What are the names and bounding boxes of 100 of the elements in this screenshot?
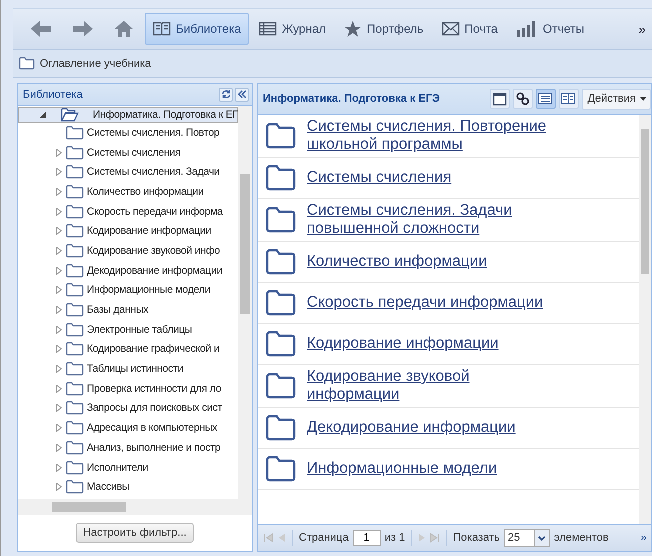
tree-item[interactable]: Системы счисления bbox=[18, 142, 238, 162]
tree-item[interactable]: Кодирование графической и bbox=[18, 340, 238, 360]
view-button[interactable] bbox=[512, 89, 533, 109]
section-link[interactable]: Системы счисления. Повторение школьной программы bbox=[307, 118, 557, 154]
tree-item[interactable]: Адресация в компьютерных bbox=[18, 418, 238, 438]
expand-icon[interactable] bbox=[55, 464, 63, 472]
left-arrow-icon bbox=[30, 20, 52, 38]
expand-icon[interactable] bbox=[55, 168, 63, 176]
expand-icon[interactable] bbox=[55, 365, 63, 374]
refresh-button[interactable] bbox=[219, 88, 233, 102]
section-link[interactable]: Количество информации bbox=[307, 253, 488, 271]
view-button[interactable] bbox=[536, 89, 556, 109]
expand-icon[interactable] bbox=[55, 227, 63, 236]
folder-icon bbox=[66, 342, 84, 356]
expand-icon[interactable] bbox=[55, 384, 63, 393]
tree-item[interactable]: Скорость передачи информа bbox=[18, 202, 238, 222]
tree-item[interactable]: Таблицы истинности bbox=[18, 359, 238, 379]
tree-item[interactable]: Количество информации bbox=[18, 182, 238, 202]
expand-icon[interactable] bbox=[55, 345, 63, 354]
tree-item[interactable]: Кодирование информации bbox=[18, 221, 238, 242]
section-link[interactable]: Скорость передачи информации bbox=[307, 294, 544, 312]
more-button[interactable]: » bbox=[636, 22, 648, 36]
last-page-icon[interactable] bbox=[430, 533, 440, 543]
expand-icon[interactable] bbox=[55, 306, 63, 314]
tree-item[interactable]: Кодирование звуковой инфо bbox=[18, 241, 238, 261]
section-link[interactable]: Декодирование информации bbox=[307, 419, 516, 437]
collapse-button[interactable] bbox=[235, 88, 249, 102]
folder-icon bbox=[266, 373, 296, 399]
actions-dropdown[interactable]: Действия bbox=[582, 88, 651, 110]
tree-item[interactable]: Проверка истинности для ло bbox=[18, 378, 238, 399]
view-button[interactable] bbox=[490, 89, 510, 109]
panel-title: Информатика. Подготовка к ЕГЭ bbox=[263, 93, 440, 105]
breadcrumb-label[interactable]: Оглавление учебника bbox=[40, 58, 152, 70]
first-page-icon[interactable] bbox=[264, 533, 274, 543]
tree-item[interactable]: Анализ, выполнение и постр bbox=[18, 438, 238, 458]
tree-item[interactable]: Информационные модели bbox=[18, 280, 238, 300]
show-label: Показать bbox=[453, 532, 500, 544]
toolbar-button[interactable]: Портфель bbox=[336, 13, 432, 45]
expand-icon[interactable] bbox=[55, 188, 63, 196]
folder-icon bbox=[66, 165, 84, 180]
folder-icon bbox=[66, 322, 84, 337]
expand-icon[interactable] bbox=[55, 148, 63, 157]
expand-icon[interactable] bbox=[55, 326, 63, 334]
folder-icon bbox=[266, 290, 296, 316]
link-icon bbox=[516, 92, 530, 106]
section-link[interactable]: Кодирование информации bbox=[307, 335, 499, 353]
expand-icon[interactable] bbox=[55, 404, 63, 412]
expand-icon[interactable] bbox=[55, 266, 63, 275]
home-icon bbox=[114, 20, 134, 38]
folder-icon bbox=[66, 184, 84, 199]
expand-icon[interactable] bbox=[55, 483, 63, 492]
folder-icon bbox=[66, 460, 84, 475]
toolbar-button[interactable]: Почта bbox=[434, 13, 506, 45]
page-size-dropdown[interactable]: 25 bbox=[504, 529, 550, 547]
scrollbar[interactable] bbox=[238, 106, 252, 499]
filter-button[interactable]: Настроить фильтр... bbox=[76, 523, 194, 543]
list-icon bbox=[538, 93, 554, 105]
bar-chart-icon bbox=[516, 20, 538, 38]
tree-item[interactable]: Массивы bbox=[18, 477, 238, 498]
tree-item[interactable]: Системы счисления. Повтор bbox=[18, 123, 238, 143]
tree-item[interactable]: Электронные таблицы bbox=[18, 320, 238, 340]
section-link[interactable]: Системы счисления. Задачи повышенной сложности bbox=[307, 202, 557, 238]
expanded-icon[interactable] bbox=[39, 111, 47, 119]
items-label: элементов bbox=[554, 532, 609, 544]
toolbar-button[interactable]: Отчеты bbox=[508, 13, 592, 45]
expand-icon[interactable] bbox=[55, 444, 63, 452]
tree-item[interactable]: Базы данных bbox=[18, 300, 238, 320]
folder-icon bbox=[66, 224, 84, 238]
expand-icon[interactable] bbox=[55, 246, 63, 255]
tree-item[interactable]: Информатика. Подготовка к ЕГ bbox=[18, 107, 238, 123]
tree-item[interactable]: Декодирование информации bbox=[18, 260, 238, 280]
folder-icon bbox=[266, 249, 296, 275]
folder-icon bbox=[66, 204, 84, 219]
caret-icon bbox=[640, 97, 647, 101]
folder-icon bbox=[266, 207, 296, 233]
toolbar-button[interactable]: Библиотека bbox=[145, 13, 250, 45]
expand-icon[interactable] bbox=[55, 286, 63, 294]
more-button[interactable]: » bbox=[640, 532, 647, 544]
folder-icon bbox=[66, 362, 84, 376]
folder-icon bbox=[66, 382, 84, 396]
tree-item[interactable]: Исполнители bbox=[18, 458, 238, 478]
expand-icon[interactable] bbox=[55, 208, 63, 216]
folder-icon bbox=[266, 456, 296, 482]
scrollbar[interactable] bbox=[18, 499, 252, 515]
open-folder-icon bbox=[61, 108, 79, 122]
page-field[interactable]: 1 bbox=[352, 530, 381, 546]
table-icon bbox=[259, 22, 278, 36]
scrollbar[interactable] bbox=[639, 115, 651, 524]
view-button[interactable] bbox=[558, 89, 579, 109]
folder-icon bbox=[66, 303, 84, 318]
toolbar-button[interactable]: Журнал bbox=[251, 13, 334, 45]
right-arrow-icon bbox=[72, 20, 94, 38]
expand-icon[interactable] bbox=[55, 424, 63, 432]
section-link[interactable]: Информационные модели bbox=[307, 460, 498, 478]
folder-icon bbox=[66, 421, 84, 436]
tree-item[interactable]: Запросы для поисковых сист bbox=[18, 398, 238, 418]
tree-item[interactable]: Системы счисления. Задачи bbox=[18, 162, 238, 182]
section-link[interactable]: Кодирование звуковой информации bbox=[307, 368, 557, 404]
double-chevron-icon bbox=[238, 90, 246, 99]
section-link[interactable]: Системы счисления bbox=[307, 169, 452, 187]
